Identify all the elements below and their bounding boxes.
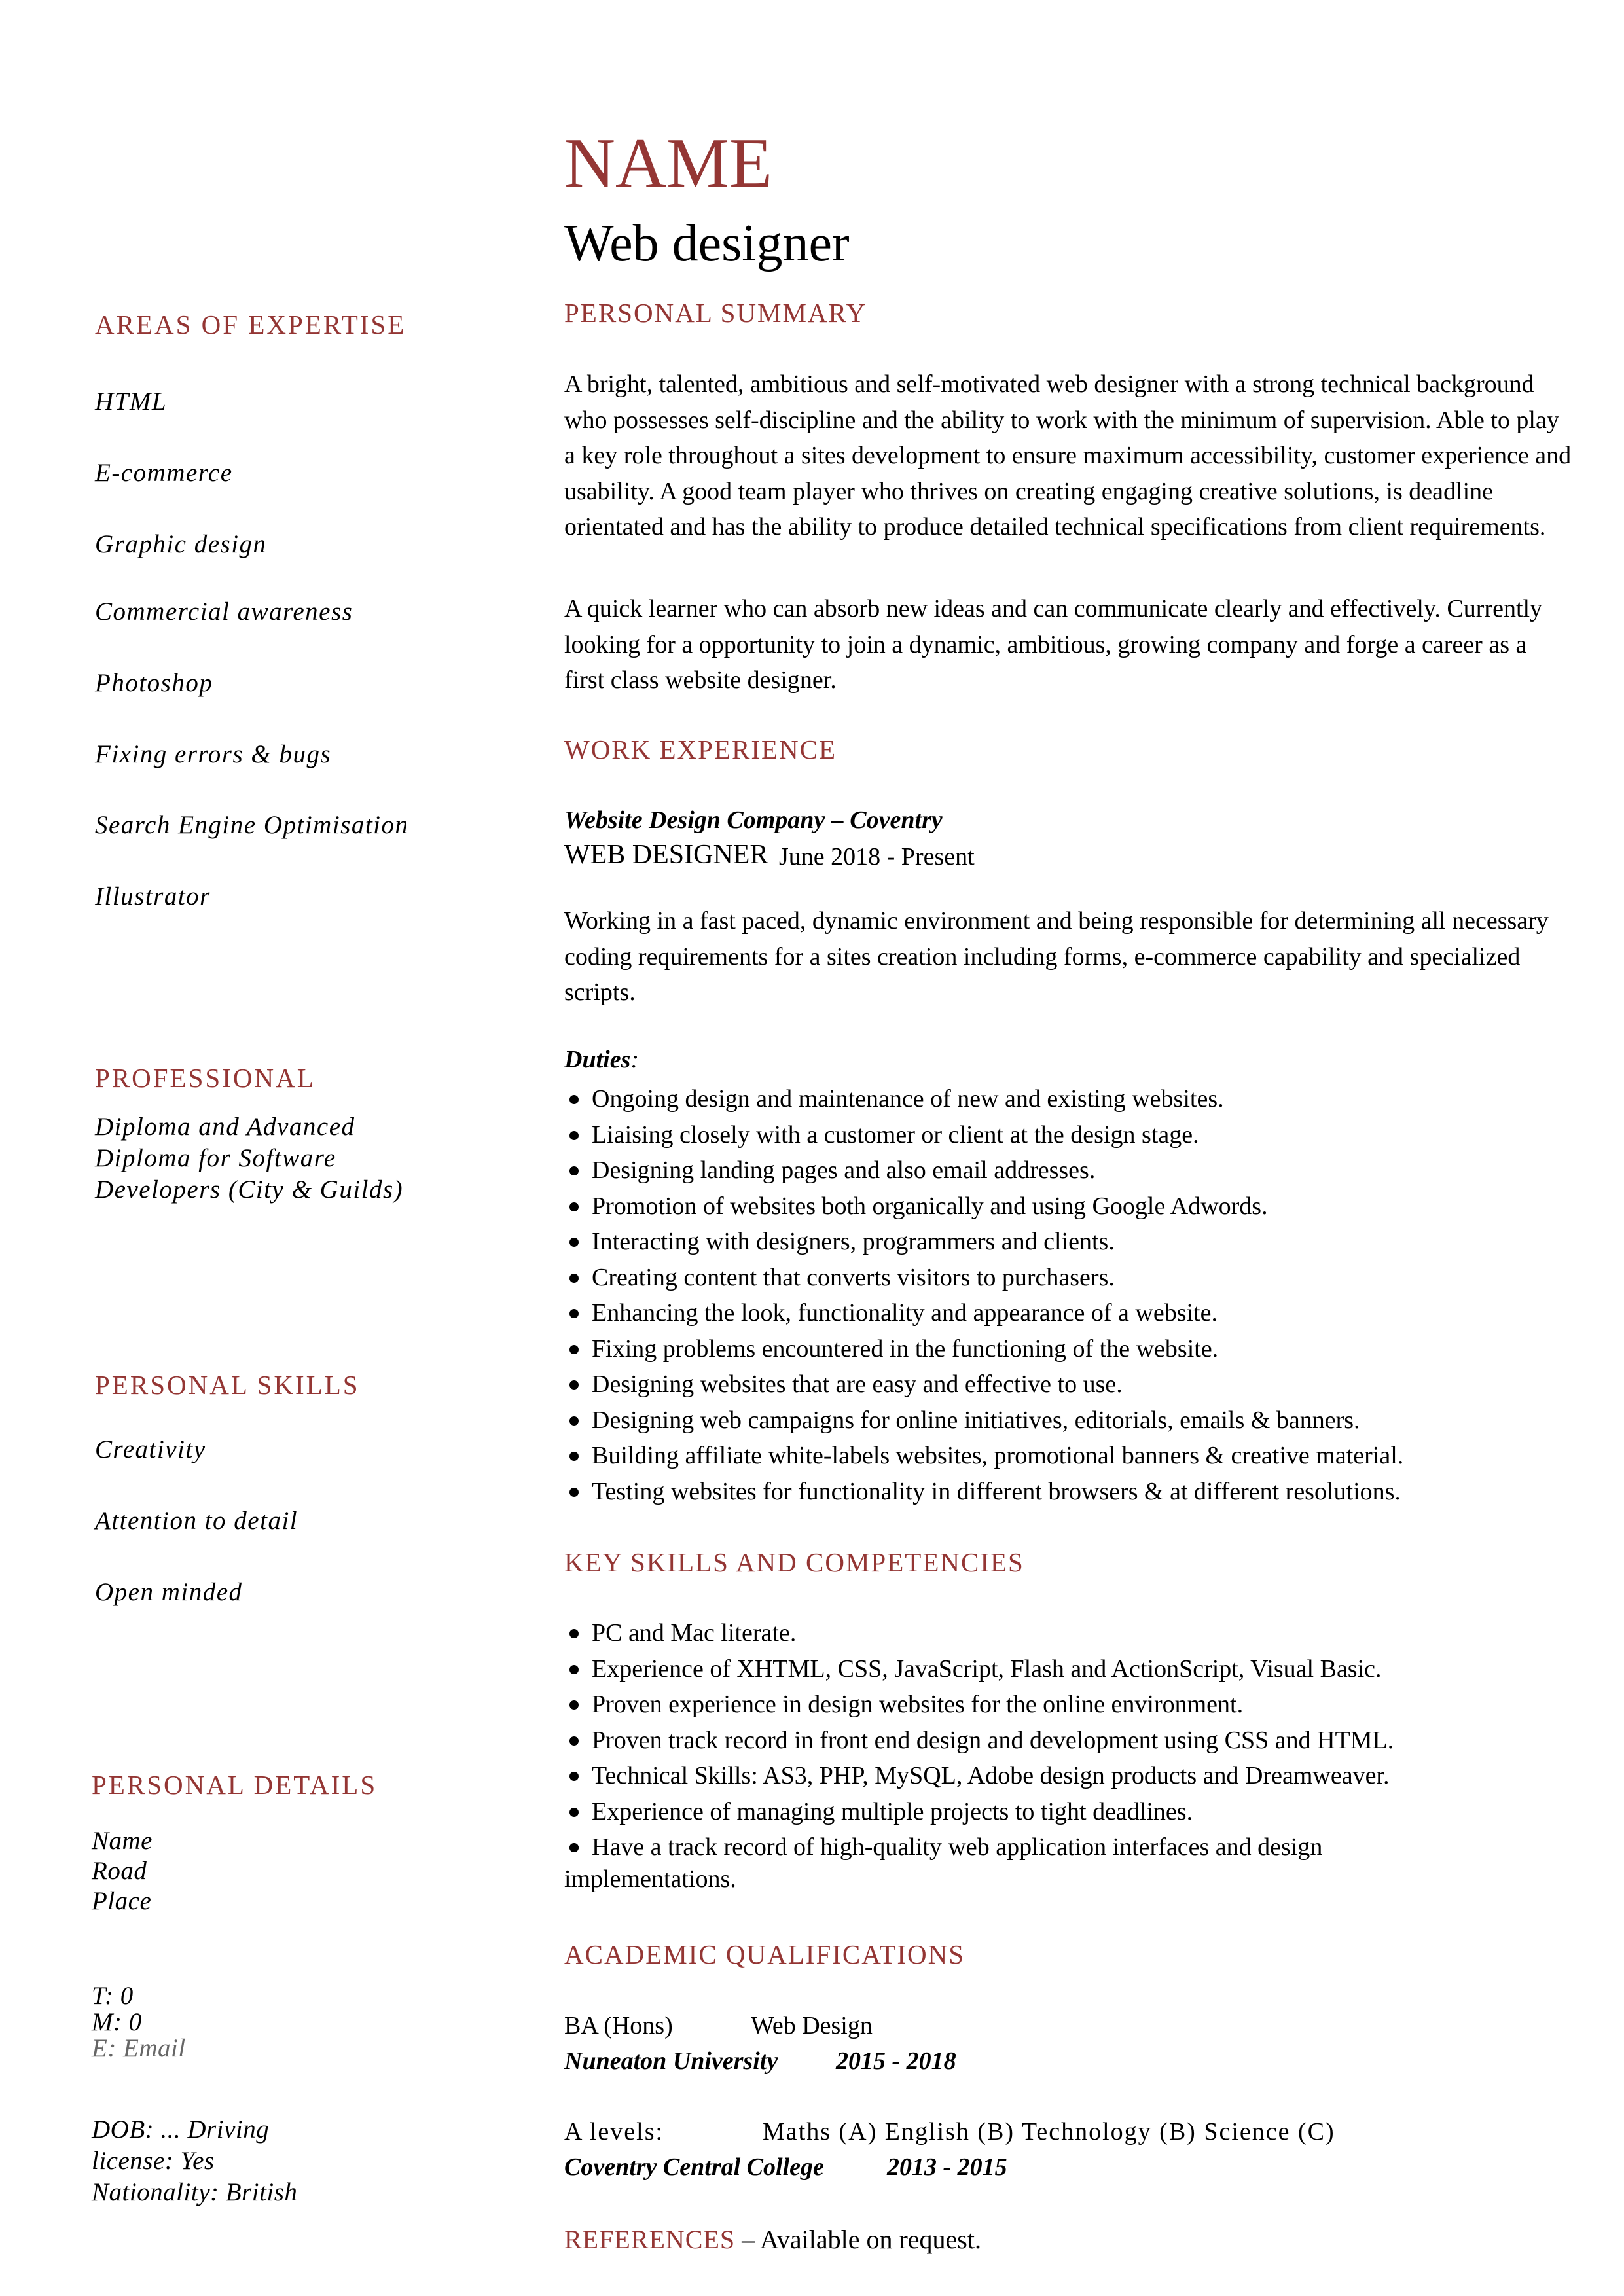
bullet-icon xyxy=(569,1843,579,1852)
professional-qualification: Diploma and Advanced Diploma for Softwar… xyxy=(95,1111,403,1206)
duty-item: Testing websites for functionality in di… xyxy=(564,1474,1585,1510)
duty-item: Fixing problems encountered in the funct… xyxy=(564,1331,1585,1367)
mobile: M: 0 xyxy=(92,2008,142,2036)
bullet-icon xyxy=(569,1487,579,1497)
college-dates: 2013 - 2015 xyxy=(887,2153,1007,2181)
summary-heading: PERSONAL SUMMARY xyxy=(564,298,867,328)
duty-item: Creating content that converts visitors … xyxy=(564,1260,1585,1296)
expertise-item: Photoshop xyxy=(95,669,213,697)
bullet-icon xyxy=(569,1238,579,1247)
duty-item: Enhancing the look, functionality and ap… xyxy=(564,1295,1585,1331)
skill-item: Experience of XHTML, CSS, JavaScript, Fl… xyxy=(564,1651,1585,1687)
bullet-icon xyxy=(569,1380,579,1390)
college: Coventry Central College xyxy=(564,2153,824,2181)
duties-list: Ongoing design and maintenance of new an… xyxy=(564,1081,1585,1509)
professional-line: Diploma and Advanced xyxy=(95,1113,355,1141)
address-block: Name Road Place xyxy=(92,1826,153,1916)
skill-item: PC and Mac literate. xyxy=(564,1615,1585,1651)
work-description: Working in a fast paced, dynamic environ… xyxy=(564,907,1549,1006)
address-line: Name xyxy=(92,1827,153,1855)
summary-paragraph: A bright, talented, ambitious and self-m… xyxy=(564,370,1572,541)
alevels-label: A levels: xyxy=(564,2118,664,2145)
bullet-icon xyxy=(569,1452,579,1461)
alevels-subjects: Maths (A) English (B) Technology (B) Sci… xyxy=(763,2118,1335,2145)
degree-subject: Web Design xyxy=(751,2012,873,2039)
candidate-name: NAME xyxy=(564,124,772,202)
role-dates: June 2018 - Present xyxy=(779,843,975,870)
personal-skill-item: Creativity xyxy=(95,1435,206,1463)
duty-item: Interacting with designers, programmers … xyxy=(564,1224,1585,1260)
duty-item: Designing websites that are easy and eff… xyxy=(564,1367,1585,1403)
expertise-item: HTML xyxy=(95,387,168,416)
bullet-icon xyxy=(569,1772,579,1781)
bullet-icon xyxy=(569,1309,579,1318)
address-line: Road xyxy=(92,1857,147,1885)
expertise-item: Graphic design xyxy=(95,530,267,558)
bullet-icon xyxy=(569,1166,579,1175)
personal-skill-item: Open minded xyxy=(95,1578,243,1606)
expertise-item: Search Engine Optimisation xyxy=(95,811,409,839)
personal-skills-heading: PERSONAL SKILLS xyxy=(95,1370,360,1400)
bullet-icon xyxy=(569,1664,579,1674)
summary-paragraph: A quick learner who can absorb new ideas… xyxy=(564,595,1543,694)
duty-item: Designing web campaigns for online initi… xyxy=(564,1403,1585,1439)
university-dates: 2015 - 2018 xyxy=(836,2047,956,2075)
nationality: Nationality: British xyxy=(92,2178,298,2206)
company-name: Website Design Company – Coventry xyxy=(564,806,943,834)
expertise-item: Illustrator xyxy=(95,882,211,910)
university: Nuneaton University xyxy=(564,2047,778,2075)
bullet-icon xyxy=(569,1700,579,1710)
skill-item: Proven experience in design websites for… xyxy=(564,1687,1585,1723)
other-details-block: DOB: ... Driving license: Yes Nationalit… xyxy=(92,2114,297,2208)
bullet-icon xyxy=(569,1344,579,1354)
job-title: Web designer xyxy=(564,215,850,272)
duty-item: Promotion of websites both organically a… xyxy=(564,1189,1585,1225)
bullet-icon xyxy=(569,1273,579,1283)
address-line: Place xyxy=(92,1887,152,1915)
bullet-icon xyxy=(569,1807,579,1817)
references-text: – Available on request. xyxy=(735,2225,981,2254)
duty-item: Designing landing pages and also email a… xyxy=(564,1153,1585,1189)
professional-heading: PROFESSIONAL xyxy=(95,1063,316,1093)
professional-line: Developers (City & Guilds) xyxy=(95,1175,404,1204)
role-title: WEB DESIGNER xyxy=(564,840,768,870)
skill-item: Proven track record in front end design … xyxy=(564,1723,1585,1759)
bullet-icon xyxy=(569,1629,579,1638)
skills-heading: KEY SKILLS AND COMPETENCIES xyxy=(564,1547,1024,1577)
personal-skill-item: Attention to detail xyxy=(95,1507,298,1535)
degree: BA (Hons) xyxy=(564,2012,673,2039)
phone: T: 0 xyxy=(92,1982,134,2010)
email-link[interactable]: E: Email xyxy=(92,2036,186,2062)
dob-driving: DOB: ... Driving xyxy=(92,2115,270,2144)
skill-item: Technical Skills: AS3, PHP, MySQL, Adobe… xyxy=(564,1758,1585,1794)
work-heading: WORK EXPERIENCE xyxy=(564,734,837,764)
expertise-item: Commercial awareness xyxy=(95,598,353,626)
bullet-icon xyxy=(569,1130,579,1140)
skill-item-continuation: implementations. xyxy=(564,1865,736,1893)
license: license: Yes xyxy=(92,2147,215,2175)
bullet-icon xyxy=(569,1416,579,1426)
skill-item: Have a track record of high-quality web … xyxy=(564,1829,1585,1865)
professional-line: Diploma for Software xyxy=(95,1144,336,1172)
duty-item: Ongoing design and maintenance of new an… xyxy=(564,1081,1585,1117)
duty-item: Liaising closely with a customer or clie… xyxy=(564,1117,1585,1153)
skill-item: Experience of managing multiple projects… xyxy=(564,1794,1585,1830)
references-line: REFERENCES – Available on request. xyxy=(564,2227,981,2253)
bullet-icon xyxy=(569,1095,579,1104)
expertise-item: E-commerce xyxy=(95,459,233,487)
bullet-icon xyxy=(569,1202,579,1211)
contact-block: T: 0 M: 0 E: Email xyxy=(92,1983,186,2062)
duties-label: Duties: xyxy=(564,1046,640,1073)
references-heading: REFERENCES xyxy=(564,2225,736,2254)
personal-details-heading: PERSONAL DETAILS xyxy=(92,1770,378,1800)
expertise-item: Fixing errors & bugs xyxy=(95,740,332,768)
bullet-icon xyxy=(569,1736,579,1746)
duty-item: Building affiliate white-labels websites… xyxy=(564,1438,1585,1474)
expertise-heading: AREAS OF EXPERTISE xyxy=(95,310,406,340)
academic-heading: ACADEMIC QUALIFICATIONS xyxy=(564,1939,965,1969)
skills-list: PC and Mac literate. Experience of XHTML… xyxy=(564,1615,1585,1865)
